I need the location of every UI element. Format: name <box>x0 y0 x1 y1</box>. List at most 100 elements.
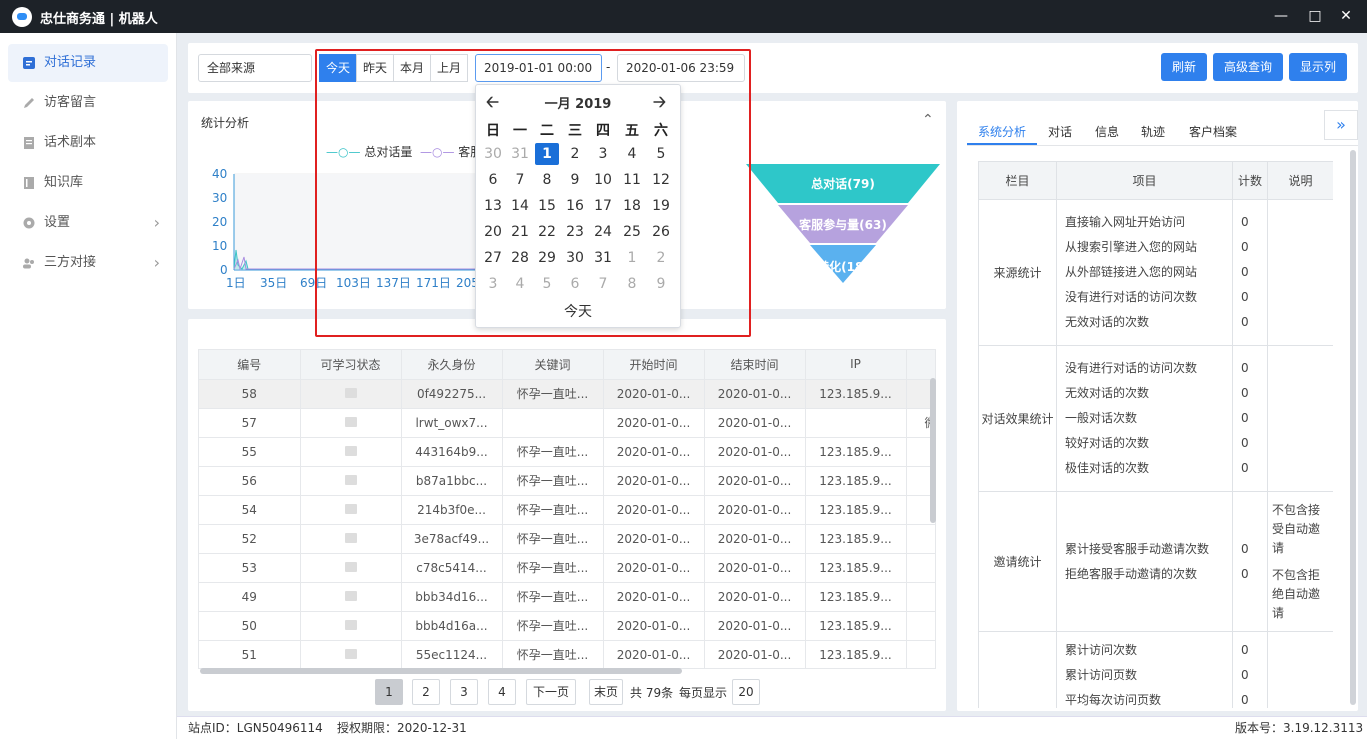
calendar-day[interactable]: 16 <box>563 195 587 217</box>
calendar-day[interactable]: 8 <box>535 169 559 191</box>
sidebar-item-knowledge-base[interactable]: 知识库 <box>8 164 168 202</box>
range-this-month-button[interactable]: 本月 <box>393 54 432 82</box>
table-vscrollbar[interactable] <box>930 378 936 523</box>
calendar-day[interactable]: 14 <box>508 195 532 217</box>
analysis-scrollbar[interactable] <box>1350 150 1356 705</box>
stat-note <box>1267 199 1333 346</box>
tab-track[interactable]: 轨迹 <box>1141 123 1165 140</box>
calendar-day[interactable]: 17 <box>591 195 615 217</box>
calendar-day[interactable]: 3 <box>591 143 615 165</box>
calendar-day[interactable]: 20 <box>481 221 505 243</box>
tab-conversation[interactable]: 对话 <box>1048 123 1072 140</box>
calendar-day[interactable]: 22 <box>535 221 559 243</box>
sidebar-item-scripts[interactable]: 话术剧本 <box>8 124 168 162</box>
table-row[interactable]: 52 3e78acf49... 怀孕一直吐... 2020-01-0... 2020-0… <box>199 524 935 554</box>
stat-item: 累计访问次数 <box>1065 643 1138 657</box>
minimize-icon[interactable]: — <box>1268 5 1294 27</box>
calendar-day[interactable]: 9 <box>649 273 673 295</box>
last-page-button[interactable]: 末页 <box>589 679 623 705</box>
range-last-month-button[interactable]: 上月 <box>430 54 469 82</box>
calendar-day[interactable]: 1 <box>620 247 644 269</box>
page-3-button[interactable]: 3 <box>450 679 478 705</box>
table-row[interactable]: 53 c78c5414... 怀孕一直吐... 2020-01-0... 2020-01… <box>199 553 935 583</box>
page-4-button[interactable]: 4 <box>488 679 516 705</box>
sidebar-item-chat-records[interactable]: 对话记录 <box>8 44 168 82</box>
end-date-input[interactable]: 2020-01-06 23:59 <box>617 54 745 82</box>
calendar-day[interactable]: 5 <box>535 273 559 295</box>
tab-customer-profile[interactable]: 客户档案 <box>1189 123 1237 140</box>
calendar-day[interactable]: 3 <box>481 273 505 295</box>
show-columns-button[interactable]: 显示列 <box>1289 53 1347 81</box>
calendar-day[interactable]: 25 <box>620 221 644 243</box>
source-select[interactable]: 全部来源 <box>198 54 312 82</box>
calendar-today-button[interactable]: 今天 <box>476 301 680 321</box>
sidebar: 对话记录 访客留言 话术剧本 知识库 设置 › 三方对接 › <box>0 33 177 739</box>
table-row[interactable]: 54 214b3f0e... 怀孕一直吐... 2020-01-0... 2020-01… <box>199 495 935 525</box>
next-page-button[interactable]: 下一页 <box>526 679 576 705</box>
sidebar-item-settings[interactable]: 设置 › <box>8 204 168 242</box>
calendar-day[interactable]: 19 <box>649 195 673 217</box>
calendar-day[interactable]: 12 <box>649 169 673 191</box>
expand-button[interactable]: » <box>1324 110 1358 140</box>
table-row[interactable]: 57lrwt_owx7...2020-01-0...2020-01-0...微 <box>199 408 935 438</box>
calendar-day[interactable]: 4 <box>508 273 532 295</box>
calendar-day[interactable]: 30 <box>481 143 505 165</box>
refresh-button[interactable]: 刷新 <box>1161 53 1207 81</box>
learn-status-icon <box>300 553 402 583</box>
calendar-day[interactable]: 6 <box>563 273 587 295</box>
sidebar-item-visitor-messages[interactable]: 访客留言 <box>8 84 168 122</box>
calendar-day[interactable]: 31 <box>508 143 532 165</box>
calendar-day[interactable]: 24 <box>591 221 615 243</box>
calendar-day[interactable]: 21 <box>508 221 532 243</box>
table-row[interactable]: 49 bbb34d16... 怀孕一直吐... 2020-01-0... 2020-01… <box>199 582 935 612</box>
calendar-day[interactable]: 27 <box>481 247 505 269</box>
table-cell: 50 <box>199 611 301 641</box>
tab-info[interactable]: 信息 <box>1095 123 1119 140</box>
table-row[interactable]: 51 55ec1124... 怀孕一直吐... 2020-01-0... 2020-01… <box>199 640 935 668</box>
calendar-day[interactable]: 7 <box>591 273 615 295</box>
close-icon[interactable]: ✕ <box>1333 5 1359 27</box>
table-row[interactable]: 58 0f492275... 怀孕一直吐... 2020-01-0... 2020-01… <box>199 379 935 409</box>
table-row[interactable]: 56 b87a1bbc... 怀孕一直吐... 2020-01-0... 2020-01… <box>199 466 935 496</box>
collapse-chevron-icon[interactable]: ⌃ <box>922 112 934 128</box>
page-2-button[interactable]: 2 <box>412 679 440 705</box>
calendar-day[interactable]: 15 <box>535 195 559 217</box>
calendar-day[interactable]: 31 <box>591 247 615 269</box>
start-date-input[interactable]: 2019-01-01 00:00 <box>475 54 602 82</box>
table-hscrollbar[interactable] <box>200 668 682 674</box>
calendar-day[interactable]: 29 <box>535 247 559 269</box>
calendar-day[interactable]: 11 <box>620 169 644 191</box>
table-cell: 2020-01-0... <box>704 495 806 525</box>
calendar-day[interactable]: 2 <box>649 247 673 269</box>
calendar-day[interactable]: 4 <box>620 143 644 165</box>
book-icon <box>24 177 34 189</box>
per-page-select[interactable]: 20 <box>732 679 760 705</box>
calendar-day[interactable]: 5 <box>649 143 673 165</box>
calendar-day[interactable]: 30 <box>563 247 587 269</box>
range-yesterday-button[interactable]: 昨天 <box>356 54 395 82</box>
tab-system-analysis[interactable]: 系统分析 <box>978 123 1026 140</box>
table-row[interactable]: 55 443164b9... 怀孕一直吐... 2020-01-0... 2020-01… <box>199 437 935 467</box>
version: 版本号：3.19.12.3113 <box>1235 721 1364 735</box>
table-row[interactable]: 50 bbb4d16a... 怀孕一直吐... 2020-01-0... 2020-01… <box>199 611 935 641</box>
calendar-day[interactable]: 1 <box>535 143 559 165</box>
calendar-day[interactable]: 18 <box>620 195 644 217</box>
calendar-day[interactable]: 2 <box>563 143 587 165</box>
calendar-day[interactable]: 26 <box>649 221 673 243</box>
calendar-day[interactable]: 13 <box>481 195 505 217</box>
calendar-day[interactable]: 10 <box>591 169 615 191</box>
calendar-day[interactable]: 23 <box>563 221 587 243</box>
calendar-day[interactable]: 9 <box>563 169 587 191</box>
table-cell: 58 <box>199 379 301 409</box>
calendar-day[interactable]: 7 <box>508 169 532 191</box>
page-1-button[interactable]: 1 <box>375 679 403 705</box>
next-month-arrow-icon[interactable]: 🡢 <box>653 91 666 118</box>
range-today-button[interactable]: 今天 <box>319 54 358 82</box>
calendar-day[interactable]: 6 <box>481 169 505 191</box>
calendar-day[interactable]: 28 <box>508 247 532 269</box>
maximize-icon[interactable]: □ <box>1302 5 1328 27</box>
calendar-day[interactable]: 8 <box>620 273 644 295</box>
advanced-query-button[interactable]: 高级查询 <box>1213 53 1283 81</box>
sidebar-item-third-party[interactable]: 三方对接 › <box>8 244 168 282</box>
pen-icon <box>24 98 34 108</box>
